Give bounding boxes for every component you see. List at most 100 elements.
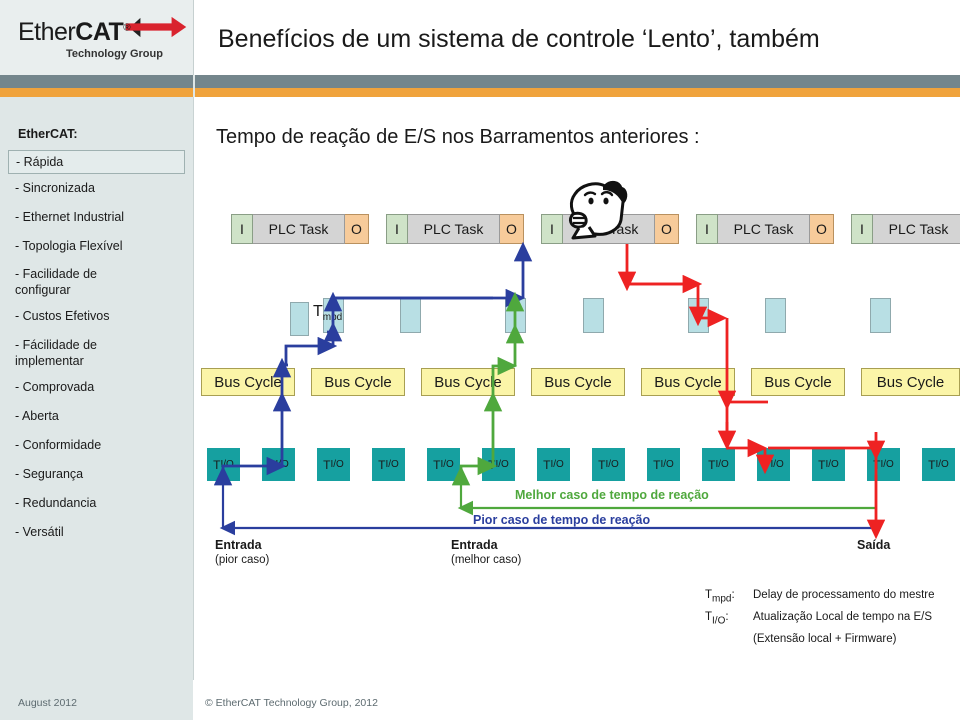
plc-task-body: PLC Task bbox=[408, 214, 500, 244]
logo-text-ether: Ether bbox=[18, 18, 76, 46]
legend-key: Tmpd: bbox=[705, 588, 735, 606]
sidebar-item-segurança[interactable]: - Segurança bbox=[15, 466, 83, 482]
bus-cycle-box: Bus Cycle bbox=[531, 368, 625, 396]
sidebar-item-versátil[interactable]: - Versátil bbox=[15, 524, 64, 540]
tio-label-sub: I/O bbox=[770, 459, 784, 470]
logo-subtitle: Technology Group bbox=[66, 48, 163, 60]
tio-label-t: T bbox=[708, 457, 716, 472]
tio-box: T I/O bbox=[482, 448, 515, 481]
sidebar-item-facilidade-deconfigurar[interactable]: - Facilidade de configurar bbox=[15, 266, 97, 298]
tio-box: T I/O bbox=[922, 448, 955, 481]
bus-cycle-label: Bus Cycle bbox=[654, 373, 722, 391]
bus-cycle-label: Bus Cycle bbox=[214, 373, 282, 391]
tio-label-sub: I/O bbox=[330, 459, 344, 470]
legend-row: Tmpd: Delay de processamento do mestre bbox=[705, 588, 955, 606]
tio-label-t: T bbox=[323, 457, 331, 472]
footer-date: August 2012 bbox=[18, 697, 77, 709]
bus-cycle-box: Bus Cycle bbox=[421, 368, 515, 396]
legend-text: Atualização Local de tempo na E/S bbox=[753, 611, 933, 623]
logo-registered: ® bbox=[123, 22, 131, 34]
sidebar-item-label: - Conformidade bbox=[15, 438, 102, 452]
sidebar-item-comprovada[interactable]: - Comprovada bbox=[15, 379, 94, 395]
tmpd-box bbox=[583, 298, 604, 333]
tio-label-t: T bbox=[598, 457, 606, 472]
timing-diagram: IPLC TaskOIPLC TaskOIPLC TaskOIPLC TaskO… bbox=[193, 170, 960, 590]
legend-text: Delay de processamento do mestre bbox=[753, 589, 935, 601]
sidebar-item-label: - Ethernet Industrial bbox=[15, 210, 125, 224]
tio-box: T I/O bbox=[702, 448, 735, 481]
legend-key-sub: mpd bbox=[712, 593, 732, 605]
plc-task-body: PLC Task bbox=[873, 214, 960, 244]
legend-row: (Extensão local + Firmware) bbox=[705, 632, 955, 647]
tio-label-t: T bbox=[488, 457, 496, 472]
tio-label-t: T bbox=[213, 457, 221, 472]
sidebar-item-label: - Custos Efetivos bbox=[15, 309, 110, 323]
tio-label-sub: I/O bbox=[935, 459, 949, 470]
plc-task-label: PLC Task bbox=[888, 221, 949, 237]
plc-task-label: PLC Task bbox=[423, 221, 484, 237]
sidebar-item-topologia-flexível[interactable]: - Topologia Flexível bbox=[15, 238, 122, 254]
entrada-worst-title: Entrada bbox=[215, 538, 262, 552]
sidebar-item-redundancia[interactable]: - Redundancia bbox=[15, 495, 96, 511]
content-subtitle: Tempo de reação de E/S nos Barramentos a… bbox=[216, 126, 700, 148]
sidebar-item-aberta[interactable]: - Aberta bbox=[15, 408, 59, 424]
tio-label-t: T bbox=[268, 457, 276, 472]
plc-input-segment: I bbox=[386, 214, 408, 244]
plc-output-segment: O bbox=[500, 214, 524, 244]
plc-output-segment: O bbox=[345, 214, 369, 244]
sidebar-item-rápida[interactable]: - Rápida bbox=[8, 150, 185, 174]
bus-cycle-box: Bus Cycle bbox=[311, 368, 405, 396]
legend-row: TI/O: Atualização Local de tempo na E/S bbox=[705, 610, 955, 628]
bus-cycle-label: Bus Cycle bbox=[324, 373, 392, 391]
sidebar-item-ethernet-industrial[interactable]: - Ethernet Industrial bbox=[15, 209, 124, 225]
tmpd-box bbox=[870, 298, 891, 333]
plc-task-label: PLC Task bbox=[733, 221, 794, 237]
tmpd-legend-t: T bbox=[313, 303, 323, 320]
tmpd-legend-swatch bbox=[290, 302, 309, 336]
header-orange-bar bbox=[0, 88, 960, 97]
thinking-person-icon bbox=[568, 180, 628, 240]
sidebar-item-label: - Rápida bbox=[16, 155, 64, 169]
tio-box: T I/O bbox=[537, 448, 570, 481]
sidebar-item-custos-efetivos[interactable]: - Custos Efetivos bbox=[15, 308, 109, 324]
sidebar-item-label: - Segurança bbox=[15, 467, 84, 481]
plc-input-segment: I bbox=[231, 214, 253, 244]
tio-label-t: T bbox=[873, 457, 881, 472]
bus-cycle-box: Bus Cycle bbox=[861, 368, 960, 396]
tio-box: T I/O bbox=[262, 448, 295, 481]
tmpd-legend-sub: mpd bbox=[322, 312, 343, 324]
sidebar-item-fácilidade-deimplementar[interactable]: - Fácilidade de implementar bbox=[15, 337, 97, 369]
logo-wordmark: EtherCAT® bbox=[18, 18, 131, 47]
tio-box: T I/O bbox=[372, 448, 405, 481]
plc-task-group: I PLC Task O bbox=[386, 214, 524, 244]
footer-copyright: © EtherCAT Technology Group, 2012 bbox=[205, 697, 378, 709]
plc-output-segment: O bbox=[655, 214, 679, 244]
bus-cycle-label: Bus Cycle bbox=[876, 373, 945, 391]
header-grey-bar bbox=[0, 75, 960, 88]
tio-box: T I/O bbox=[207, 448, 240, 481]
entrada-best-sub: (melhor caso) bbox=[451, 554, 522, 566]
sidebar-item-label: - Aberta bbox=[15, 409, 59, 423]
tio-label-sub: I/O bbox=[550, 459, 564, 470]
sidebar-item-sincronizada[interactable]: - Sincronizada bbox=[15, 180, 95, 196]
plc-task-group: I PLC Task bbox=[851, 214, 960, 244]
tmpd-box bbox=[688, 298, 709, 333]
header-bar-divider bbox=[193, 75, 195, 97]
plc-task-body: PLC Task bbox=[253, 214, 345, 244]
sidebar-item-conformidade[interactable]: - Conformidade bbox=[15, 437, 101, 453]
tio-box: T I/O bbox=[757, 448, 790, 481]
tio-box: T I/O bbox=[592, 448, 625, 481]
tio-label-sub: I/O bbox=[495, 459, 509, 470]
logo-panel: EtherCAT® Technology Group bbox=[0, 0, 193, 75]
tio-label-t: T bbox=[433, 457, 441, 472]
entrada-worst-sub: (pior caso) bbox=[215, 554, 270, 566]
sidebar-item-label: - Versátil bbox=[15, 525, 64, 539]
tio-box: T I/O bbox=[427, 448, 460, 481]
tio-label-t: T bbox=[653, 457, 661, 472]
tio-label-sub: I/O bbox=[275, 459, 289, 470]
bus-cycle-box: Bus Cycle bbox=[641, 368, 735, 396]
legend-key: TI/O: bbox=[705, 610, 729, 628]
saida-label: Saída bbox=[857, 538, 891, 552]
bus-cycle-box: Bus Cycle bbox=[751, 368, 845, 396]
sidebar-item-label: - Topologia Flexível bbox=[15, 239, 123, 253]
